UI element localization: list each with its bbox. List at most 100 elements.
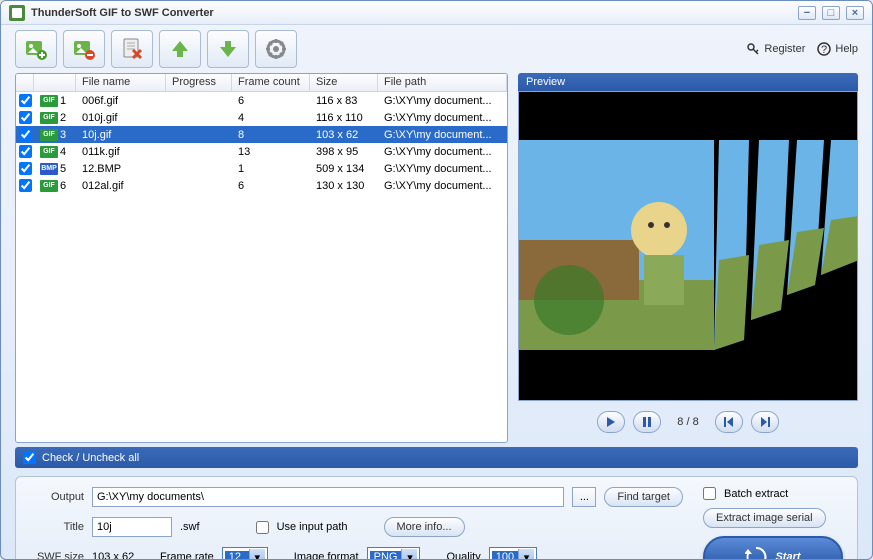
col-framecount[interactable]: Frame count [232, 74, 310, 91]
title-ext: .swf [180, 521, 200, 533]
image-format-select[interactable]: PNG▾ [367, 547, 421, 560]
title-input[interactable] [92, 517, 172, 537]
list-header: File name Progress Frame count Size File… [16, 74, 507, 92]
cell-framecount: 8 [232, 128, 310, 142]
output-label: Output [30, 491, 84, 503]
file-list: File name Progress Frame count Size File… [15, 73, 508, 443]
cell-filepath: G:\XY\my document... [378, 162, 507, 176]
swf-size-value: 103 x 62 [92, 551, 152, 560]
list-body: GIF1006f.gif6116 x 83G:\XY\my document..… [16, 92, 507, 442]
table-row[interactable]: GIF4011k.gif13398 x 95G:\XY\my document.… [16, 143, 507, 160]
register-link[interactable]: Register [746, 42, 805, 56]
app-window: ThunderSoft GIF to SWF Converter − □ × R… [0, 0, 873, 560]
browse-button[interactable]: ... [572, 487, 596, 507]
col-index[interactable] [34, 74, 76, 91]
filetype-badge: BMP [40, 163, 58, 175]
preview-image [519, 140, 858, 380]
filetype-badge: GIF [40, 180, 58, 192]
refresh-icon [745, 546, 767, 560]
batch-extract-label: Batch extract [724, 488, 788, 500]
cell-filename: 006f.gif [76, 94, 166, 108]
window-title: ThunderSoft GIF to SWF Converter [31, 7, 798, 19]
batch-extract-checkbox[interactable] [703, 487, 716, 500]
row-checkbox[interactable] [19, 94, 32, 107]
image-format-label: Image format [294, 551, 359, 560]
toolbar: Register ?Help [1, 25, 872, 73]
minimize-button[interactable]: − [798, 6, 816, 20]
cell-progress [166, 151, 232, 153]
add-file-button[interactable] [15, 30, 57, 68]
cell-filename: 12.BMP [76, 162, 166, 176]
row-checkbox[interactable] [19, 111, 32, 124]
cell-framecount: 1 [232, 162, 310, 176]
extract-serial-button[interactable]: Extract image serial [703, 508, 826, 528]
col-progress[interactable]: Progress [166, 74, 232, 91]
frame-rate-label: Frame rate [160, 551, 214, 560]
check-all-checkbox[interactable] [23, 451, 36, 464]
cell-progress [166, 185, 232, 187]
chevron-down-icon: ▾ [401, 549, 417, 560]
maximize-button[interactable]: □ [822, 6, 840, 20]
cell-size: 130 x 130 [310, 179, 378, 193]
move-up-button[interactable] [159, 30, 201, 68]
row-checkbox[interactable] [19, 128, 32, 141]
remove-file-button[interactable] [63, 30, 105, 68]
frame-counter: 8 / 8 [677, 416, 698, 428]
find-target-button[interactable]: Find target [604, 487, 683, 507]
help-icon: ? [817, 42, 831, 56]
title-label: Title [30, 521, 84, 533]
cell-filepath: G:\XY\my document... [378, 111, 507, 125]
start-button[interactable]: Start [703, 536, 843, 560]
cell-filepath: G:\XY\my document... [378, 145, 507, 159]
cell-filepath: G:\XY\my document... [378, 128, 507, 142]
pause-button[interactable] [633, 411, 661, 433]
table-row[interactable]: GIF2010j.gif4116 x 110G:\XY\my document.… [16, 109, 507, 126]
table-row[interactable]: GIF6012al.gif6130 x 130G:\XY\my document… [16, 177, 507, 194]
filetype-badge: GIF [40, 112, 58, 124]
row-checkbox[interactable] [19, 179, 32, 192]
svg-text:?: ? [821, 44, 827, 56]
titlebar: ThunderSoft GIF to SWF Converter − □ × [1, 1, 872, 25]
cell-filename: 10j.gif [76, 128, 166, 142]
cell-filepath: G:\XY\my document... [378, 179, 507, 193]
clear-list-button[interactable] [111, 30, 153, 68]
settings-button[interactable] [255, 30, 297, 68]
use-input-path-label: Use input path [277, 521, 348, 533]
use-input-path-checkbox[interactable] [256, 521, 269, 534]
filetype-badge: GIF [40, 129, 58, 141]
col-size[interactable]: Size [310, 74, 378, 91]
check-all-label: Check / Uncheck all [42, 452, 139, 464]
table-row[interactable]: GIF1006f.gif6116 x 83G:\XY\my document..… [16, 92, 507, 109]
filetype-badge: GIF [40, 95, 58, 107]
quality-select[interactable]: 100▾ [489, 547, 537, 560]
help-link[interactable]: ?Help [817, 42, 858, 56]
row-checkbox[interactable] [19, 145, 32, 158]
cell-size: 116 x 110 [310, 111, 378, 125]
row-checkbox[interactable] [19, 162, 32, 175]
output-path-input[interactable] [92, 487, 564, 507]
col-filepath[interactable]: File path [378, 74, 507, 91]
key-icon [746, 42, 760, 56]
cell-framecount: 4 [232, 111, 310, 125]
move-down-button[interactable] [207, 30, 249, 68]
col-filename[interactable]: File name [76, 74, 166, 91]
app-icon [9, 5, 25, 21]
col-check[interactable] [16, 74, 34, 91]
cell-framecount: 13 [232, 145, 310, 159]
table-row[interactable]: BMP512.BMP1509 x 134G:\XY\my document... [16, 160, 507, 177]
prev-frame-button[interactable] [715, 411, 743, 433]
cell-size: 509 x 134 [310, 162, 378, 176]
close-button[interactable]: × [846, 6, 864, 20]
cell-filepath: G:\XY\my document... [378, 94, 507, 108]
next-frame-button[interactable] [751, 411, 779, 433]
play-button[interactable] [597, 411, 625, 433]
preview-label: Preview [518, 73, 858, 91]
table-row[interactable]: GIF310j.gif8103 x 62G:\XY\my document... [16, 126, 507, 143]
cell-size: 116 x 83 [310, 94, 378, 108]
chevron-down-icon: ▾ [518, 549, 534, 560]
more-info-button[interactable]: More info... [384, 517, 465, 537]
cell-filename: 011k.gif [76, 145, 166, 159]
check-all-bar: Check / Uncheck all [15, 447, 858, 468]
cell-framecount: 6 [232, 94, 310, 108]
frame-rate-select[interactable]: 12▾ [222, 547, 268, 560]
